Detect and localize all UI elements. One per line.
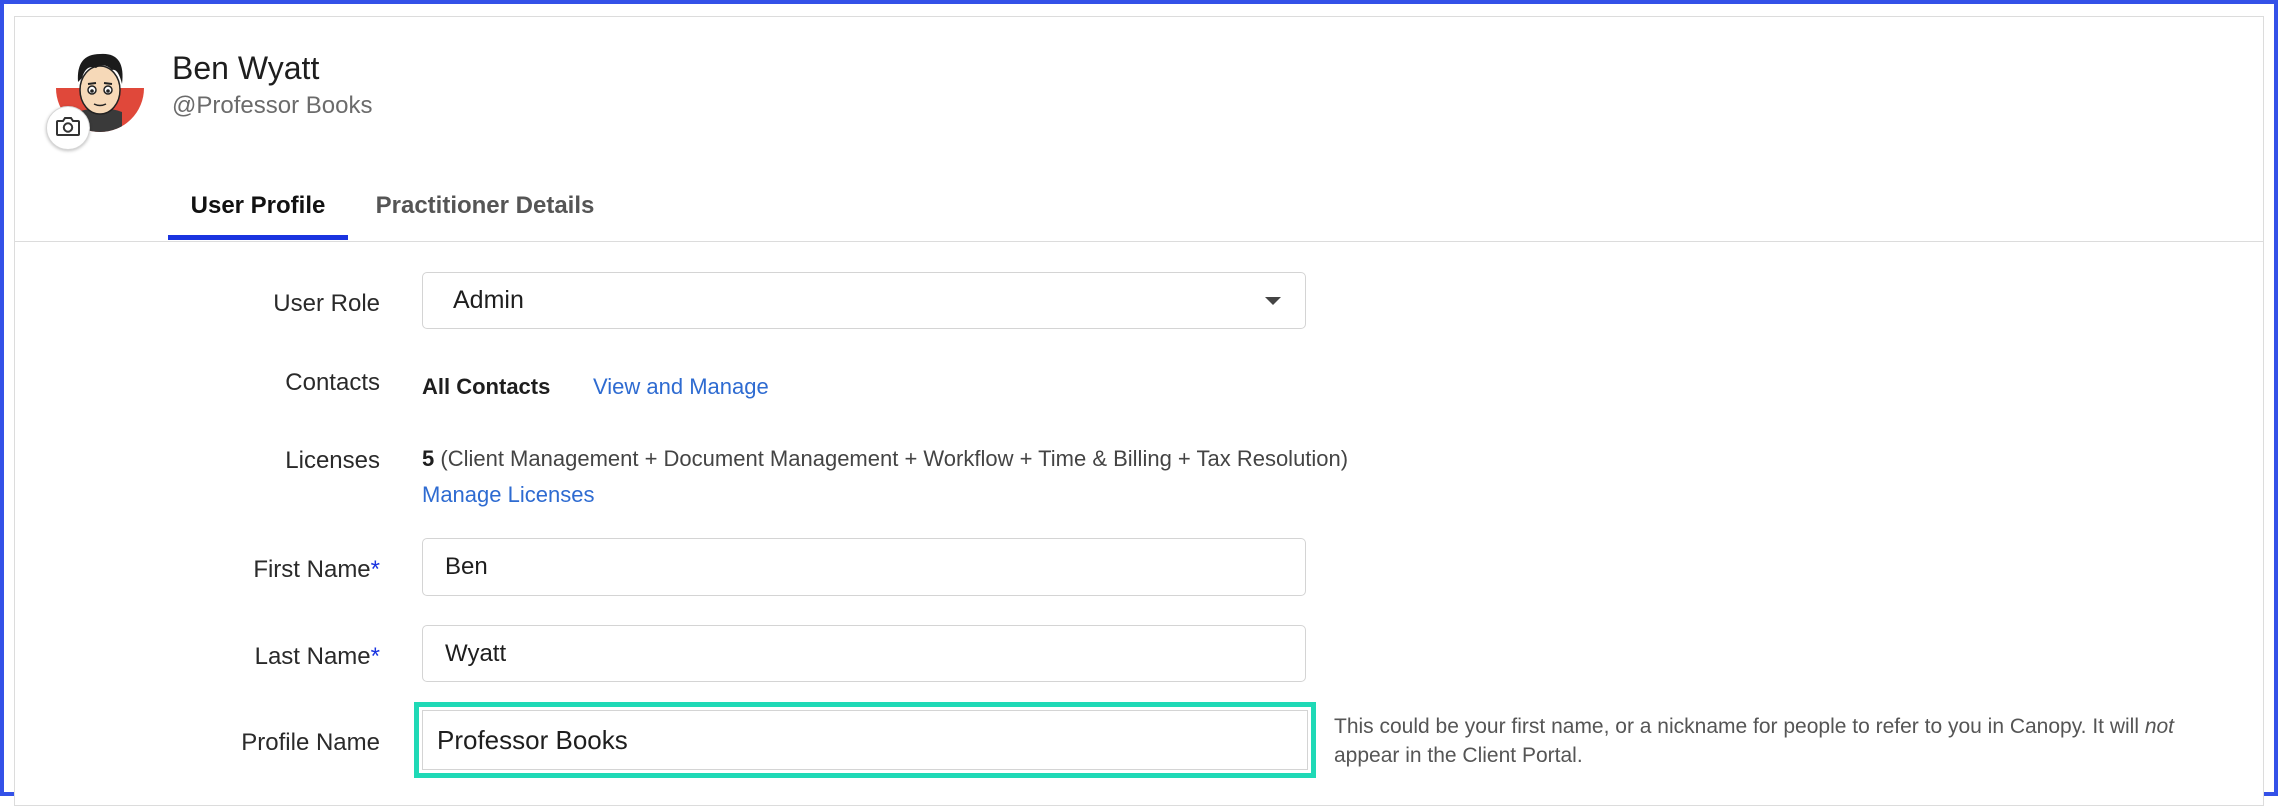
profile-name-label: Profile Name	[241, 729, 380, 756]
user-role-label: User Role	[273, 290, 380, 317]
required-marker: *	[370, 556, 380, 583]
user-role-value: Admin	[453, 286, 524, 314]
first-name-label: First Name*	[0, 556, 380, 584]
licenses-label: Licenses	[285, 447, 380, 474]
camera-icon	[55, 115, 81, 142]
change-photo-button[interactable]	[46, 106, 90, 150]
tab-label: Practitioner Details	[375, 192, 595, 219]
licenses-count: 5	[422, 446, 435, 471]
manage-licenses-link[interactable]: Manage Licenses	[422, 482, 594, 508]
first-name-field[interactable]	[422, 538, 1306, 596]
help-text-part1: This could be your first name, or a nick…	[1334, 715, 2145, 738]
first-name-label-text: First Name	[253, 556, 371, 583]
profile-name-help-text: This could be your first name, or a nick…	[1334, 712, 2194, 770]
tab-divider	[14, 241, 2264, 242]
profile-card	[14, 16, 2264, 806]
tab-user-profile[interactable]: User Profile	[168, 178, 348, 240]
last-name-field[interactable]	[422, 625, 1306, 682]
chevron-down-icon	[1265, 297, 1281, 305]
tab-practitioner-details[interactable]: Practitioner Details	[370, 178, 600, 240]
contacts-value: All Contacts	[422, 374, 551, 399]
view-and-manage-link[interactable]: View and Manage	[593, 374, 769, 400]
last-name-label: Last Name*	[0, 643, 380, 671]
help-text-emphasis: not	[2144, 715, 2175, 738]
licenses-summary: 5 (Client Management + Document Manageme…	[422, 446, 1348, 472]
help-text-part2: appear in the Client Portal.	[1334, 744, 1583, 767]
profile-name-field[interactable]	[422, 710, 1308, 770]
user-role-select[interactable]: Admin	[422, 272, 1306, 329]
last-name-label-text: Last Name	[254, 643, 371, 670]
user-display-name: Ben Wyatt	[172, 50, 320, 86]
licenses-detail: (Client Management + Document Management…	[440, 446, 1349, 471]
user-handle: @Professor Books	[172, 92, 373, 119]
contacts-label: Contacts	[285, 369, 380, 396]
tab-label: User Profile	[190, 192, 326, 219]
required-marker: *	[370, 643, 380, 670]
